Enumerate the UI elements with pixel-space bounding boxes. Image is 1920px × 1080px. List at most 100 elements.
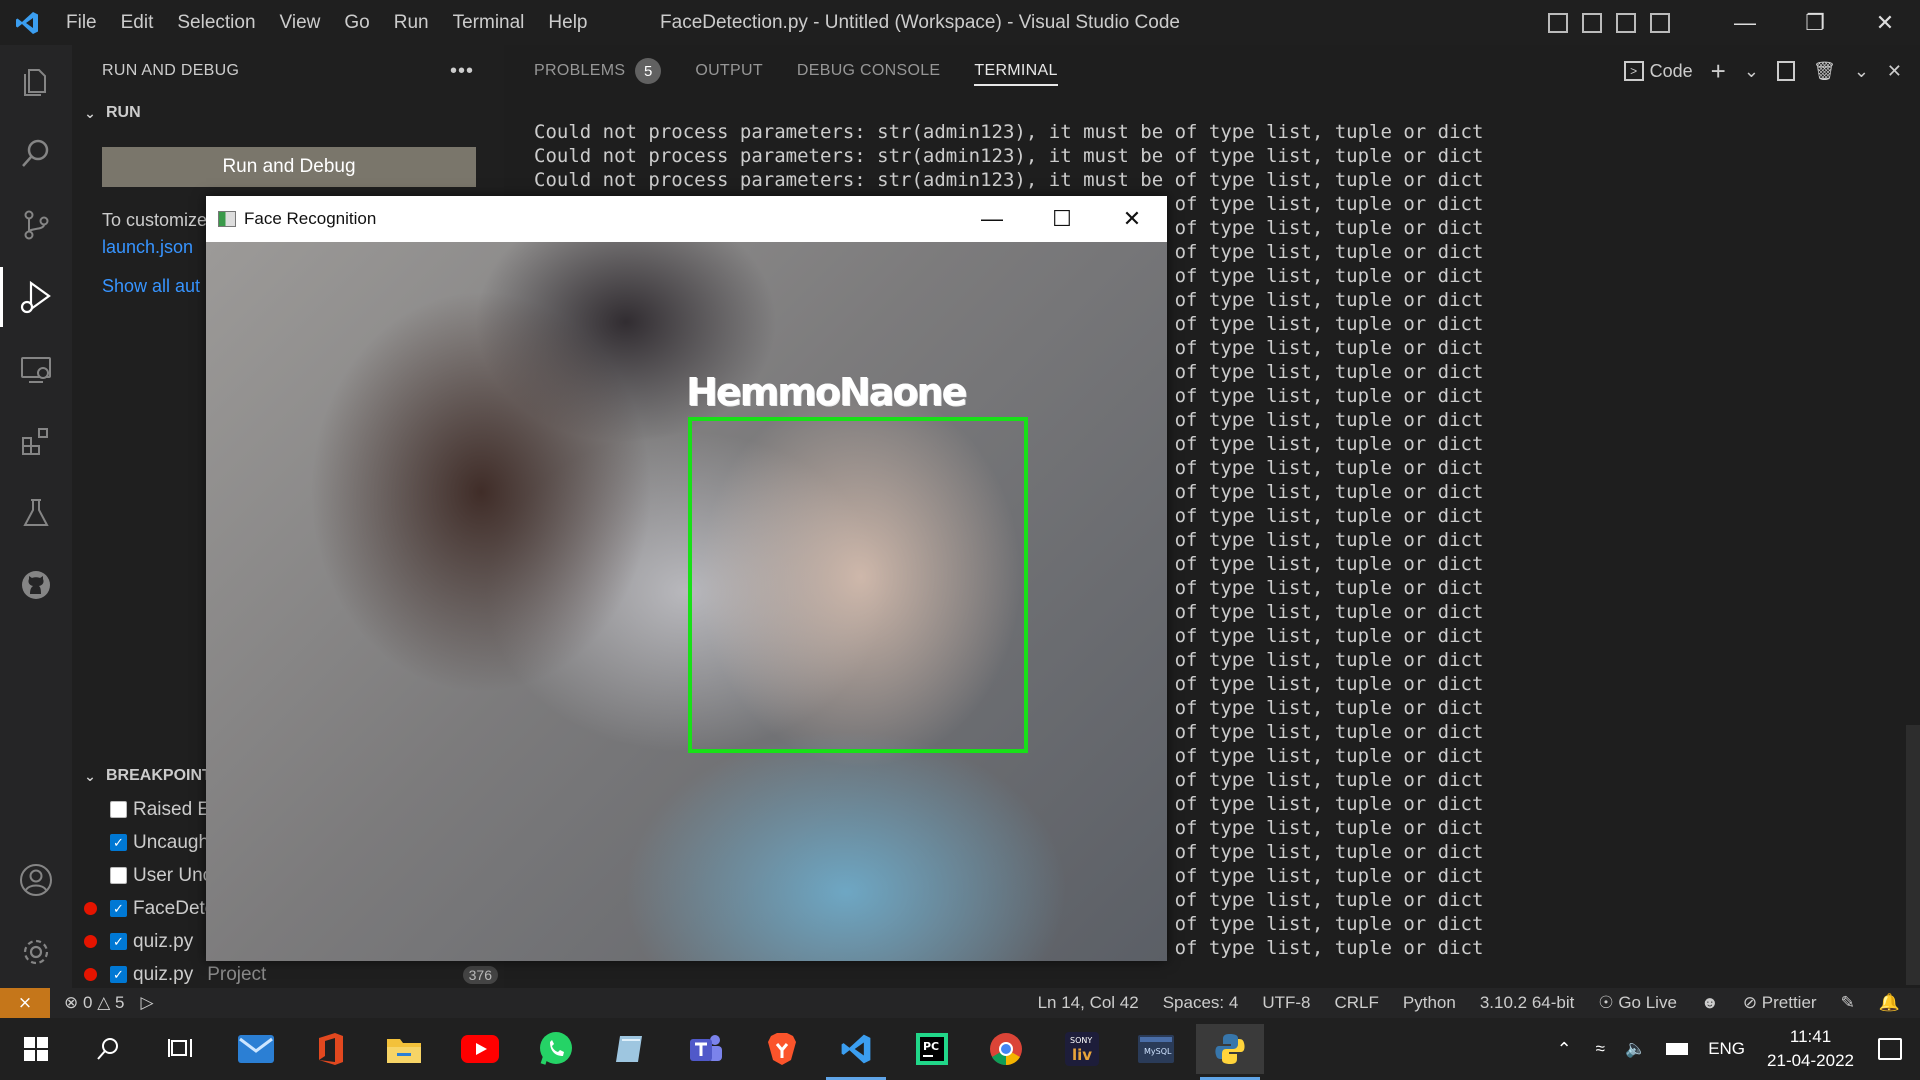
chrome-icon[interactable]: [972, 1024, 1040, 1074]
pycharm-icon[interactable]: PC: [898, 1024, 966, 1074]
testing-icon[interactable]: [0, 477, 72, 549]
run-section-header[interactable]: ⌄ RUN: [72, 97, 504, 129]
debug-icon[interactable]: ▷: [140, 993, 153, 1013]
checkbox[interactable]: ✓: [110, 900, 127, 917]
clock[interactable]: 11:41 21-04-2022: [1767, 1025, 1854, 1073]
prettier-icon: ⊘: [1742, 993, 1762, 1012]
volume-icon[interactable]: 🔈: [1625, 1039, 1646, 1059]
new-terminal-icon[interactable]: +: [1711, 56, 1726, 87]
feedback-icon[interactable]: ✎: [1841, 993, 1855, 1013]
menu-selection[interactable]: Selection: [165, 0, 267, 45]
activity-bar: [0, 45, 72, 988]
remote-explorer-icon[interactable]: [0, 333, 72, 405]
accounts-icon[interactable]: [0, 844, 72, 916]
windows-start-icon[interactable]: [2, 1024, 70, 1074]
prettier-button[interactable]: ⊘ Prettier: [1743, 993, 1817, 1013]
close-panel-icon[interactable]: ✕: [1887, 61, 1902, 82]
chevron-up-icon[interactable]: ⌃: [1557, 1039, 1572, 1060]
remote-indicator-icon[interactable]: ⨯: [0, 988, 50, 1018]
manage-gear-icon[interactable]: [0, 916, 72, 988]
notification-center-icon[interactable]: [1878, 1038, 1902, 1060]
breakpoint-label: Uncaugh: [133, 831, 210, 853]
whatsapp-icon[interactable]: [522, 1024, 590, 1074]
notes-app-icon[interactable]: [596, 1024, 664, 1074]
tab-debug-console[interactable]: DEBUG CONSOLE: [797, 62, 941, 80]
checkbox[interactable]: ✓: [110, 834, 127, 851]
mail-icon[interactable]: [222, 1024, 290, 1074]
problems-status[interactable]: ⊗ 0 △ 5: [64, 993, 124, 1013]
panel-actions: > Code + ⌄ 🗑 ⌄ ✕: [1623, 45, 1902, 97]
toggle-secondary-sidebar-icon[interactable]: [1616, 12, 1636, 33]
mysql-workbench-icon[interactable]: MySQL: [1122, 1024, 1190, 1074]
encoding[interactable]: UTF-8: [1262, 993, 1310, 1013]
python-app-icon[interactable]: [1196, 1024, 1264, 1080]
tab-problems[interactable]: PROBLEMS 5: [534, 58, 662, 84]
search-icon[interactable]: [74, 1024, 142, 1074]
run-debug-icon[interactable]: [0, 261, 72, 333]
customize-layout-icon[interactable]: [1650, 12, 1670, 33]
python-interpreter[interactable]: 3.10.2 64-bit: [1480, 993, 1575, 1013]
close-button[interactable]: ✕: [1850, 0, 1920, 45]
youtube-icon[interactable]: [446, 1024, 514, 1074]
menu-go[interactable]: Go: [332, 0, 381, 45]
menu-file[interactable]: File: [54, 0, 109, 45]
menu-view[interactable]: View: [268, 0, 333, 45]
notifications-bell-icon[interactable]: 🔔: [1879, 993, 1900, 1013]
explorer-icon[interactable]: [0, 45, 72, 117]
cursor-position[interactable]: Ln 14, Col 42: [1038, 993, 1139, 1013]
checkbox[interactable]: ✓: [110, 966, 127, 983]
menu-run[interactable]: Run: [382, 0, 441, 45]
chevron-down-icon: ⌄: [84, 104, 96, 121]
search-icon[interactable]: [0, 117, 72, 189]
menu-help[interactable]: Help: [536, 0, 599, 45]
terminal-scrollbar[interactable]: [1906, 725, 1920, 985]
battery-icon[interactable]: [1666, 1043, 1689, 1055]
run-and-debug-button[interactable]: Run and Debug: [102, 147, 476, 187]
toggle-panel-icon[interactable]: [1582, 12, 1602, 33]
checkbox[interactable]: [110, 867, 127, 884]
more-actions-icon[interactable]: •••: [450, 60, 474, 83]
task-view-icon[interactable]: [146, 1024, 214, 1074]
vscode-taskbar-icon[interactable]: [822, 1024, 890, 1080]
minimize-button[interactable]: —: [957, 196, 1027, 242]
brave-browser-icon[interactable]: [748, 1024, 816, 1074]
checkbox[interactable]: ✓: [110, 933, 127, 950]
chevron-down-icon[interactable]: ⌄: [1744, 61, 1759, 82]
trash-icon[interactable]: 🗑: [1813, 61, 1836, 82]
split-terminal-icon[interactable]: [1776, 61, 1795, 81]
sonyliv-icon[interactable]: SONY liv: [1048, 1024, 1116, 1074]
office-icon[interactable]: [296, 1024, 364, 1074]
copilot-icon[interactable]: ☻: [1701, 993, 1719, 1013]
breakpoint-item[interactable]: ✓ quiz.py Project 376: [72, 958, 504, 991]
checkbox[interactable]: [110, 801, 127, 818]
teams-icon[interactable]: [672, 1024, 740, 1074]
minimize-button[interactable]: —: [1710, 0, 1780, 45]
terminal-line: Could not process parameters: str(admin1…: [534, 169, 1484, 191]
webcam-frame: HemmoNaone: [206, 242, 1167, 961]
maximize-panel-icon[interactable]: ⌄: [1854, 61, 1869, 82]
toggle-sidebar-icon[interactable]: [1548, 12, 1568, 33]
wifi-icon[interactable]: ≈: [1596, 1039, 1605, 1059]
tab-terminal[interactable]: TERMINAL: [974, 62, 1058, 86]
indentation[interactable]: Spaces: 4: [1163, 993, 1239, 1013]
maximize-button[interactable]: ☐: [1027, 196, 1097, 242]
end-of-line[interactable]: CRLF: [1335, 993, 1379, 1013]
language-indicator[interactable]: ENG: [1708, 1039, 1745, 1059]
menu-edit[interactable]: Edit: [109, 0, 166, 45]
face-recognition-window[interactable]: Face Recognition — ☐ ✕ HemmoNaone: [206, 196, 1167, 961]
restore-button[interactable]: ❐: [1780, 0, 1850, 45]
tab-output[interactable]: OUTPUT: [695, 62, 763, 80]
extensions-icon[interactable]: [0, 405, 72, 477]
cv-window-title: Face Recognition: [244, 209, 377, 228]
language-mode[interactable]: Python: [1403, 993, 1456, 1013]
window-title: FaceDetection.py - Untitled (Workspace) …: [660, 12, 1180, 33]
go-live-button[interactable]: ☉ Go Live: [1598, 993, 1677, 1013]
file-explorer-icon[interactable]: [370, 1024, 438, 1074]
menu-terminal[interactable]: Terminal: [441, 0, 537, 45]
close-button[interactable]: ✕: [1097, 196, 1167, 242]
terminal-profile-button[interactable]: > Code: [1623, 61, 1693, 82]
source-control-icon[interactable]: [0, 189, 72, 261]
broadcast-icon: ☉: [1598, 993, 1619, 1012]
terminal-icon: >: [1623, 61, 1644, 81]
github-icon[interactable]: [0, 549, 72, 621]
